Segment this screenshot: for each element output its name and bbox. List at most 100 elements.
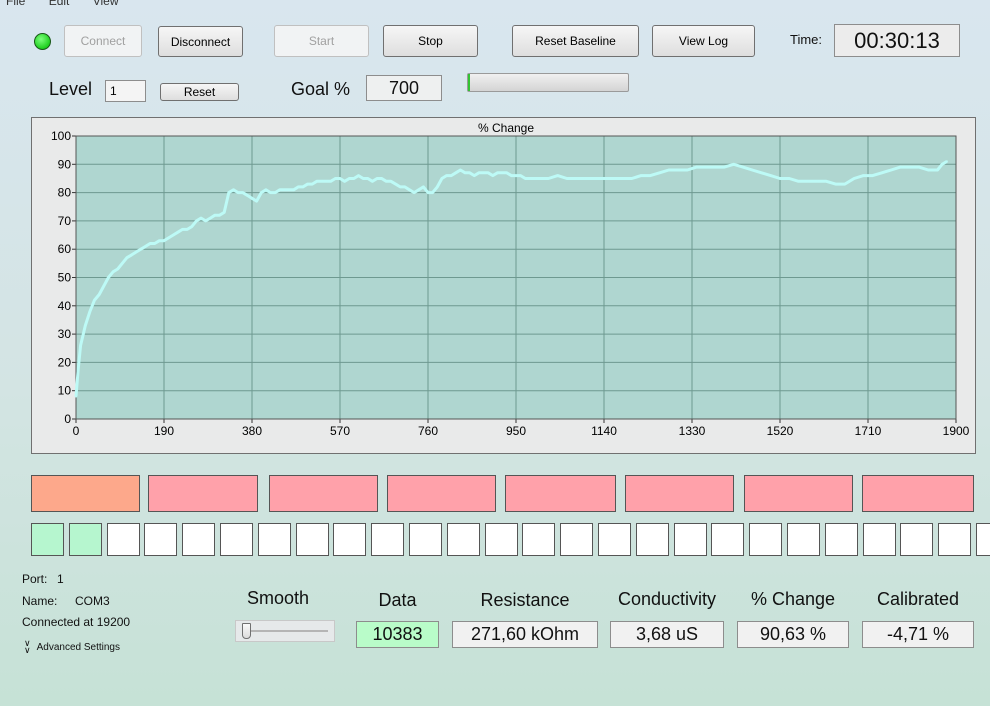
- data-point: [172, 233, 175, 237]
- data-point: [917, 165, 921, 169]
- data-point: [79, 344, 82, 347]
- smooth-label: Smooth: [246, 588, 310, 608]
- data-point: [584, 177, 587, 180]
- x-tick-label: 1330: [679, 424, 706, 438]
- indicator-bar: [862, 475, 974, 512]
- menu-file[interactable]: File: [6, 0, 25, 8]
- data-point: [639, 174, 643, 177]
- percent-change-value: 90,63 %: [737, 621, 849, 648]
- indicator-square: [900, 523, 934, 556]
- indicator-square: [635, 523, 669, 556]
- stop-button[interactable]: Stop: [383, 25, 478, 57]
- data-point: [306, 182, 309, 186]
- advanced-settings-label: Advanced Settings: [36, 641, 120, 653]
- goal-label: Goal %: [291, 79, 351, 99]
- indicator-bar: [148, 475, 258, 512]
- elapsed-time-display: 00:30:13: [834, 24, 960, 57]
- resistance-label: Resistance: [480, 590, 570, 610]
- data-point: [236, 191, 240, 194]
- goal-progress-fill: [468, 74, 470, 91]
- double-chevron-down-icon: ∨ ∨: [24, 638, 31, 655]
- level-reset-button[interactable]: Reset: [160, 83, 239, 101]
- disconnect-button[interactable]: Disconnect: [158, 26, 243, 57]
- data-point: [264, 188, 268, 191]
- indicator-bar: [269, 475, 378, 512]
- data-point: [371, 180, 374, 183]
- data-point: [297, 185, 300, 189]
- indicator-bar: [31, 475, 140, 512]
- data-point: [130, 253, 133, 257]
- data-point: [431, 191, 434, 194]
- calibrated-label: Calibrated: [876, 589, 960, 609]
- indicator-square: [68, 523, 102, 556]
- goal-progress-bar: [467, 73, 629, 92]
- data-point: [537, 177, 541, 180]
- connect-button[interactable]: Connect: [64, 25, 142, 57]
- menu-view[interactable]: View: [93, 0, 119, 8]
- view-log-button[interactable]: View Log: [652, 25, 755, 57]
- data-point: [199, 216, 203, 220]
- indicator-square: [749, 523, 783, 556]
- chart-title: % Change: [478, 121, 534, 135]
- data-point: [927, 168, 930, 172]
- data-point: [593, 177, 596, 180]
- x-tick-label: 190: [154, 424, 174, 438]
- data-point: [389, 180, 393, 183]
- data-point: [732, 163, 735, 166]
- advanced-settings-toggle[interactable]: ∨ ∨ Advanced Settings: [24, 638, 120, 655]
- data-point: [269, 191, 272, 194]
- indicator-square: [144, 523, 178, 556]
- y-tick-label: 20: [58, 355, 72, 369]
- data-point: [74, 395, 78, 398]
- indicator-square: [938, 523, 972, 556]
- port-label: Port:: [22, 572, 48, 586]
- smooth-slider[interactable]: [235, 620, 335, 642]
- data-point: [463, 171, 467, 174]
- data-point: [77, 366, 80, 370]
- data-point: [459, 168, 462, 172]
- data-point: [482, 171, 485, 174]
- data-point: [311, 182, 314, 186]
- data-point: [852, 177, 856, 180]
- data-point: [426, 191, 430, 194]
- data-point: [723, 165, 726, 169]
- chart-panel: % Change 0 190 380 570 760 950 1140 1330 1520 171…: [31, 117, 976, 454]
- data-point: [144, 245, 147, 248]
- level-input[interactable]: [105, 80, 146, 102]
- data-point: [695, 165, 698, 169]
- smooth-slider-thumb[interactable]: [242, 623, 251, 639]
- level-label: Level: [49, 79, 93, 99]
- data-point: [111, 270, 115, 274]
- y-tick-label: 90: [58, 157, 72, 171]
- data-value: 10383: [356, 621, 439, 648]
- indicator-square: [976, 523, 990, 556]
- data-point: [213, 214, 217, 217]
- x-tick-label: 1710: [855, 424, 882, 438]
- y-tick-label: 70: [58, 214, 72, 228]
- data-point: [135, 250, 138, 254]
- data-point: [232, 188, 235, 191]
- data-point: [510, 174, 513, 177]
- data-point: [315, 180, 319, 183]
- data-point: [468, 171, 471, 174]
- calibrated-value: -4,71 %: [862, 621, 974, 648]
- data-point: [301, 185, 305, 189]
- resistance-value: 271,60 kOhm: [452, 621, 598, 648]
- menu-edit[interactable]: Edit: [49, 0, 70, 8]
- x-tick-label: 0: [73, 424, 80, 438]
- indicator-square: [295, 523, 329, 556]
- indicator-square: [31, 523, 64, 556]
- x-tick-label: 380: [242, 424, 262, 438]
- x-tick-label: 1900: [943, 424, 970, 438]
- data-point: [500, 171, 504, 174]
- conductivity-value: 3,68 uS: [610, 621, 724, 648]
- data-point: [394, 182, 397, 186]
- start-button[interactable]: Start: [274, 25, 369, 57]
- data-point: [658, 171, 661, 174]
- reset-baseline-button[interactable]: Reset Baseline: [512, 25, 639, 57]
- data-point: [195, 219, 198, 223]
- y-tick-label: 0: [64, 412, 71, 426]
- goal-value: 700: [366, 75, 442, 101]
- data-point: [320, 180, 323, 183]
- data-point: [218, 214, 221, 217]
